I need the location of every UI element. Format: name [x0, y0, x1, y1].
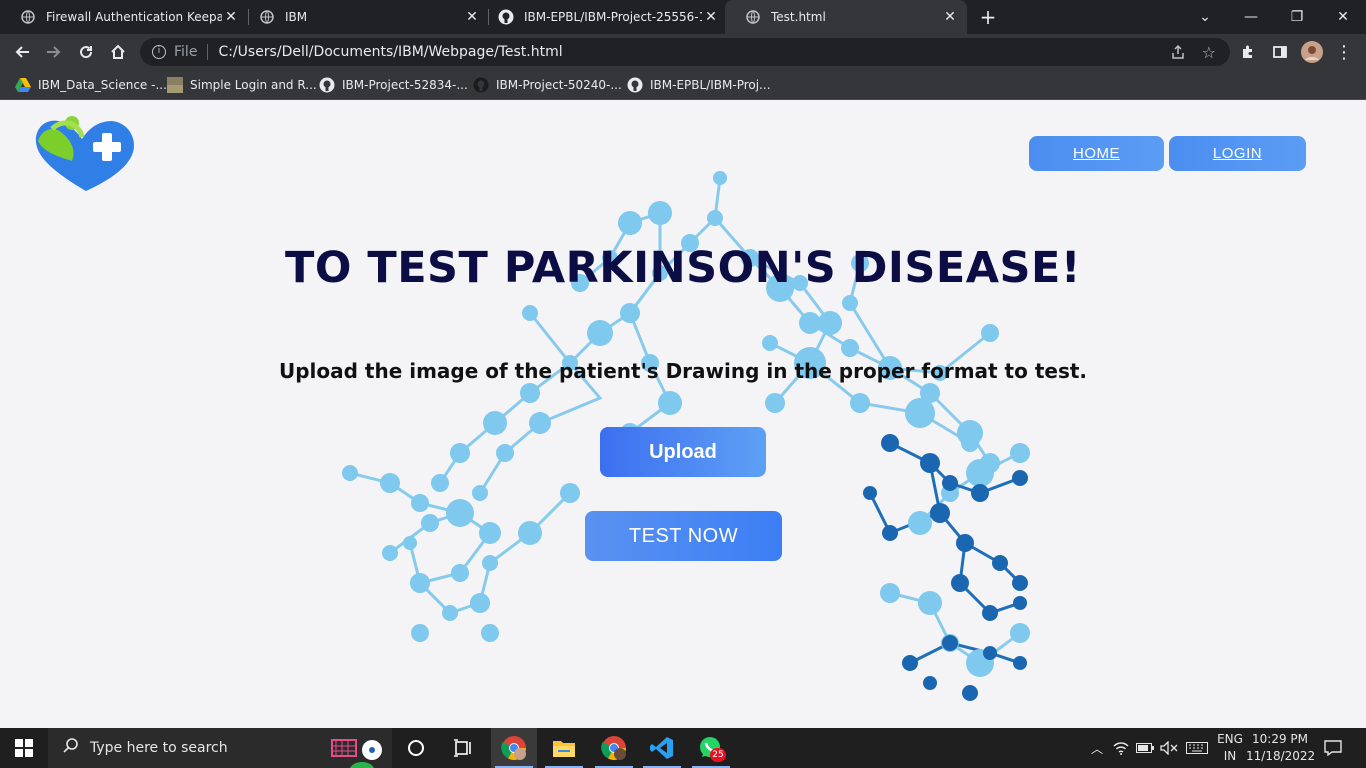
- test-now-button[interactable]: TEST NOW: [585, 511, 782, 561]
- tab-title: IBM-EPBL/IBM-Project-25556-16: [524, 10, 702, 24]
- clock-time: 10:29 PM: [1252, 732, 1308, 746]
- world-cup-goal-icon[interactable]: [330, 738, 386, 768]
- tab-ibm[interactable]: IBM ✕: [239, 0, 489, 34]
- bookmark-item[interactable]: IBM-EPBL/IBM-Proj...: [627, 76, 771, 94]
- web-page: HOME LOGIN TO TEST PARKINSON'S DISEASE! …: [0, 103, 1366, 728]
- system-clock[interactable]: 10:29 PM 11/18/2022: [1246, 731, 1316, 765]
- image-icon: [167, 77, 183, 93]
- heart-plus-logo: [35, 116, 134, 191]
- volume-muted-icon[interactable]: [1158, 728, 1180, 768]
- divider: [207, 44, 209, 60]
- tab-search-chevron-icon[interactable]: ⌄: [1182, 0, 1228, 34]
- new-tab-icon[interactable]: +: [977, 6, 999, 28]
- address-bar[interactable]: i File C:/Users/Dell/Documents/IBM/Webpa…: [140, 38, 1230, 66]
- profile-avatar[interactable]: [1300, 40, 1324, 64]
- show-hidden-icons-chevron-icon[interactable]: ︿: [1086, 728, 1108, 768]
- region-code: IN: [1223, 749, 1237, 763]
- keyboard-icon[interactable]: [1184, 728, 1210, 768]
- github-icon: [498, 9, 514, 25]
- notification-badge: 25: [710, 748, 726, 762]
- search-placeholder: Type here to search: [90, 740, 228, 756]
- restore-icon[interactable]: ❐: [1274, 0, 1320, 34]
- task-view-icon[interactable]: [440, 728, 486, 768]
- close-tab-icon[interactable]: ✕: [702, 9, 720, 25]
- upload-button[interactable]: Upload: [600, 427, 766, 477]
- info-icon[interactable]: i: [152, 45, 166, 59]
- close-tab-icon[interactable]: ✕: [941, 9, 959, 25]
- cortana-icon[interactable]: [393, 728, 439, 768]
- tab-title: IBM: [285, 10, 308, 24]
- bookmarks-bar: IBM_Data_Science -... Simple Login and R…: [0, 70, 1366, 100]
- bookmark-label: IBM-EPBL/IBM-Proj...: [650, 78, 771, 92]
- chrome-profile-taskbar-icon[interactable]: [591, 728, 637, 768]
- tab-github[interactable]: IBM-EPBL/IBM-Project-25556-16 ✕: [478, 0, 728, 34]
- bookmark-item[interactable]: IBM-Project-50240-...: [473, 76, 622, 94]
- notification-center-icon[interactable]: [1318, 728, 1348, 768]
- language-code: ENG: [1217, 732, 1243, 746]
- reload-icon[interactable]: [74, 40, 98, 64]
- bookmark-item[interactable]: IBM-Project-52834-...: [319, 76, 468, 94]
- github-icon: [473, 77, 489, 93]
- browser-toolbar: i File C:/Users/Dell/Documents/IBM/Webpa…: [0, 34, 1366, 70]
- forward-icon[interactable]: [42, 40, 66, 64]
- github-icon: [319, 77, 335, 93]
- home-nav-link[interactable]: HOME: [1029, 136, 1164, 171]
- extensions-icon[interactable]: [1236, 40, 1260, 64]
- windows-taskbar: Type here to search 25 ︿ ENG IN 10:29 PM…: [0, 728, 1366, 768]
- globe-icon: [20, 9, 36, 25]
- login-nav-link[interactable]: LOGIN: [1169, 136, 1306, 171]
- bookmark-star-icon[interactable]: ☆: [1202, 43, 1216, 62]
- battery-icon[interactable]: [1134, 728, 1156, 768]
- tab-firewall[interactable]: Firewall Authentication Keepalive ✕: [0, 0, 248, 34]
- bookmark-label: Simple Login and R...: [190, 78, 317, 92]
- globe-icon: [745, 9, 761, 25]
- bookmark-label: IBM-Project-50240-...: [496, 78, 622, 92]
- taskbar-search-box[interactable]: Type here to search: [48, 728, 392, 768]
- back-icon[interactable]: [10, 40, 34, 64]
- browser-tab-strip: Firewall Authentication Keepalive ✕ IBM …: [0, 0, 1366, 34]
- windows-start-icon[interactable]: [0, 728, 48, 768]
- minimize-icon[interactable]: —: [1228, 0, 1274, 34]
- tab-test-html[interactable]: Test.html ✕: [725, 0, 967, 34]
- share-icon[interactable]: [1170, 44, 1186, 64]
- url-text: C:/Users/Dell/Documents/IBM/Webpage/Test…: [218, 44, 563, 60]
- input-language[interactable]: ENG IN: [1214, 731, 1246, 765]
- globe-icon: [259, 9, 275, 25]
- bookmark-label: IBM-Project-52834-...: [342, 78, 468, 92]
- search-icon: [62, 737, 80, 759]
- clock-date: 11/18/2022: [1246, 749, 1316, 763]
- file-explorer-icon[interactable]: [541, 728, 587, 768]
- bookmark-item[interactable]: Simple Login and R...: [167, 76, 317, 94]
- github-icon: [627, 77, 643, 93]
- google-drive-icon: [15, 77, 31, 93]
- vscode-icon[interactable]: [639, 728, 685, 768]
- chrome-taskbar-icon[interactable]: [491, 728, 537, 768]
- bookmark-label: IBM_Data_Science -...: [38, 78, 167, 92]
- bookmark-item[interactable]: IBM_Data_Science -...: [15, 76, 167, 94]
- home-icon[interactable]: [106, 40, 130, 64]
- scheme-label: File: [174, 44, 198, 60]
- whatsapp-icon[interactable]: 25: [688, 728, 734, 768]
- close-tab-icon[interactable]: ✕: [222, 9, 240, 25]
- close-window-icon[interactable]: ✕: [1320, 0, 1366, 34]
- page-title: TO TEST PARKINSON'S DISEASE!: [285, 243, 1081, 293]
- tab-title: Test.html: [771, 10, 826, 24]
- side-panel-icon[interactable]: [1268, 40, 1292, 64]
- menu-icon[interactable]: ⋮: [1332, 40, 1356, 64]
- page-subtitle: Upload the image of the patient's Drawin…: [278, 359, 1088, 383]
- tab-title: Firewall Authentication Keepalive: [46, 10, 222, 24]
- wifi-icon[interactable]: [1110, 728, 1132, 768]
